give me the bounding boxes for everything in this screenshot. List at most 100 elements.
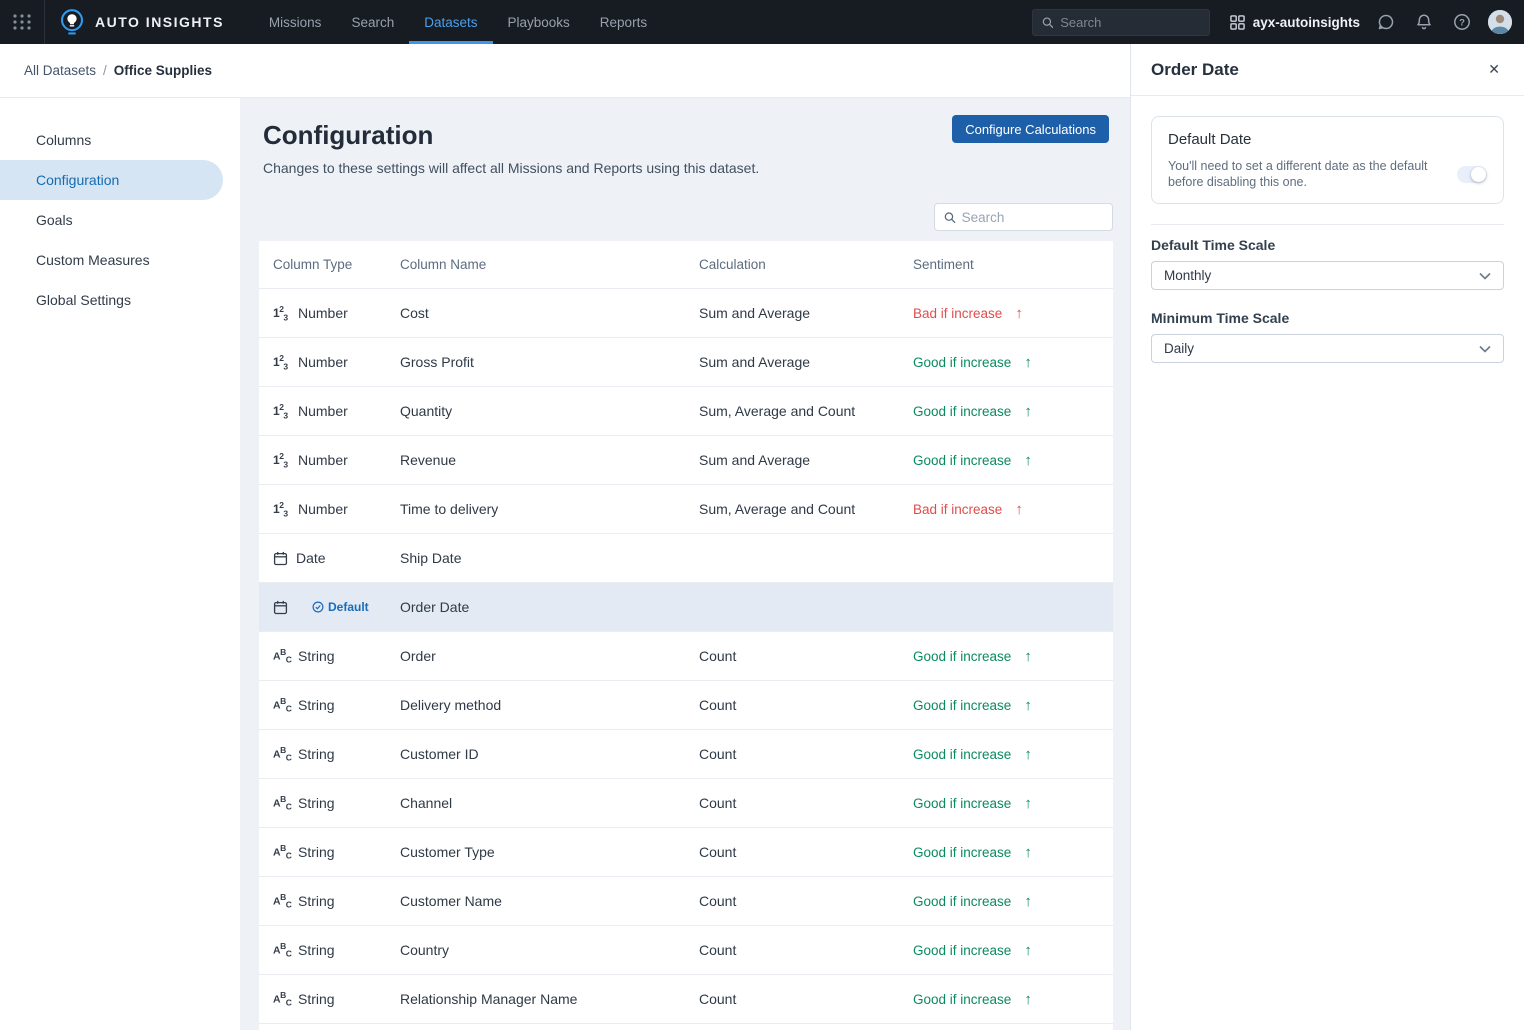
columns-table: Column TypeColumn NameCalculationSentime…	[259, 241, 1113, 1030]
panel-header: Order Date ✕	[1131, 44, 1524, 96]
nav-item-reports[interactable]: Reports	[585, 0, 662, 44]
column-type-cell: 123Number	[259, 500, 400, 518]
table-row[interactable]: ABCStringCustomer TypeCountGood if incre…	[259, 827, 1113, 876]
search-icon	[1042, 16, 1053, 29]
calculation-cell: Sum, Average and Count	[699, 403, 913, 419]
default-time-scale-select[interactable]: Monthly	[1151, 261, 1504, 290]
calculation-cell: Count	[699, 893, 913, 909]
notifications-button[interactable]	[1412, 10, 1436, 34]
brand-name: AUTO INSIGHTS	[95, 14, 224, 30]
column-type-cell: Date	[259, 550, 400, 566]
column-type-label: Number	[298, 305, 348, 321]
minimum-time-scale-select[interactable]: Daily	[1151, 334, 1504, 363]
table-row[interactable]: DateShip Date	[259, 533, 1113, 582]
help-button[interactable]: ?	[1450, 10, 1474, 34]
user-avatar[interactable]	[1488, 10, 1512, 34]
workspace-switcher[interactable]: ayx-autoinsights	[1230, 15, 1360, 30]
page-subtitle: Changes to these settings will affect al…	[263, 160, 1113, 177]
trend-up-icon: ↑	[1024, 403, 1032, 420]
column-type-label: String	[298, 893, 335, 909]
global-search-input[interactable]	[1060, 15, 1200, 30]
column-name-cell: Order Date	[400, 599, 699, 615]
sentiment-cell: Good if increase↑	[913, 648, 1113, 665]
table-row[interactable]: 123NumberCostSum and AverageBad if incre…	[259, 288, 1113, 337]
sentiment-label: Good if increase	[913, 453, 1011, 468]
trend-up-icon: ↑	[1024, 746, 1032, 763]
sentiment-cell: Good if increase↑	[913, 893, 1113, 910]
sentiment-label: Good if increase	[913, 796, 1011, 811]
sentiment-label: Good if increase	[913, 698, 1011, 713]
app-switcher-button[interactable]	[0, 0, 45, 44]
sidebar-item-global-settings[interactable]: Global Settings	[0, 280, 223, 320]
table-row[interactable]: DefaultOrder Date	[259, 582, 1113, 631]
column-header: Calculation	[699, 257, 913, 272]
content-row: ColumnsConfigurationGoalsCustom Measures…	[0, 97, 1130, 1030]
calculation-cell: Count	[699, 844, 913, 860]
nav-item-search[interactable]: Search	[336, 0, 409, 44]
table-row[interactable]: ABCStringCountryCountGood if increase↑	[259, 925, 1113, 974]
column-type-label: Number	[298, 354, 348, 370]
order-date-panel: Order Date ✕ Default Date You'll need to…	[1130, 44, 1524, 1030]
brand[interactable]: AUTO INSIGHTS	[45, 8, 238, 36]
trend-up-icon: ↑	[1024, 844, 1032, 861]
nav-item-datasets[interactable]: Datasets	[409, 0, 492, 44]
table-search-input[interactable]	[962, 210, 1103, 225]
table-row[interactable]: ABC String Customer NameCountGood if incre…	[259, 876, 1113, 925]
table-row-partial	[259, 1023, 1113, 1030]
default-time-scale-label: Default Time Scale	[1151, 237, 1504, 253]
table-row[interactable]: 123NumberGross ProfitSum and AverageGood…	[259, 337, 1113, 386]
sentiment-label: Good if increase	[913, 845, 1011, 860]
help-icon: ?	[1453, 13, 1471, 31]
sidebar-item-goals[interactable]: Goals	[0, 200, 223, 240]
minimum-time-scale-value: Daily	[1164, 341, 1194, 356]
table-row[interactable]: 123NumberTime to deliverySum, Average an…	[259, 484, 1113, 533]
calendar-icon	[273, 551, 288, 566]
default-date-toggle[interactable]	[1457, 166, 1487, 183]
nav-item-missions[interactable]: Missions	[254, 0, 337, 44]
check-circle-icon	[312, 601, 324, 613]
table-row[interactable]: ABCStringChannelCountGood if increase↑	[259, 778, 1113, 827]
string-icon: ABC	[273, 941, 290, 959]
sentiment-label: Good if increase	[913, 649, 1011, 664]
table-row[interactable]: 123NumberRevenueSum and AverageGood if i…	[259, 435, 1113, 484]
breadcrumb-all-datasets[interactable]: All Datasets	[24, 63, 96, 78]
table-row[interactable]: 123NumberQuantitySum, Average and CountG…	[259, 386, 1113, 435]
table-row[interactable]: ABCStringRelationship Manager NameCountG…	[259, 974, 1113, 1023]
column-type-cell: ABCString	[259, 941, 400, 959]
table-row[interactable]: ABCStringDelivery methodCountGood if inc…	[259, 680, 1113, 729]
global-search[interactable]	[1032, 9, 1210, 36]
number-icon: 123	[273, 353, 290, 371]
sentiment-label: Good if increase	[913, 747, 1011, 762]
calculation-cell: Sum and Average	[699, 305, 913, 321]
table-row[interactable]: ABCStringCustomer IDCountGood if increas…	[259, 729, 1113, 778]
column-type-cell: 123 Number	[259, 353, 400, 371]
panel-title: Order Date	[1151, 60, 1239, 80]
sentiment-cell: Good if increase ↑	[913, 844, 1113, 861]
chat-button[interactable]	[1374, 10, 1398, 34]
table-search[interactable]	[934, 203, 1113, 231]
avatar-image	[1488, 10, 1512, 34]
column-name-cell: Relationship Manager Name	[400, 991, 699, 1007]
workspace-name: ayx-autoinsights	[1253, 15, 1360, 30]
string-icon: ABC	[273, 696, 290, 714]
column-type-label: String	[298, 795, 335, 811]
panel-close-button[interactable]: ✕	[1486, 59, 1502, 80]
sentiment-cell: Good if increase↑	[913, 452, 1113, 469]
table-search-row	[259, 203, 1113, 231]
table-row[interactable]: ABCStringOrderCountGood if increase↑	[259, 631, 1113, 680]
column-name-cell: Quantity	[400, 403, 699, 419]
sidebar-item-custom-measures[interactable]: Custom Measures	[0, 240, 223, 280]
string-icon: ABC	[273, 892, 290, 910]
column-name-cell: Customer Name	[400, 893, 699, 909]
column-type-label: Date	[296, 550, 326, 566]
column-type-cell: ABCString	[259, 745, 400, 763]
configure-calculations-button[interactable]: Configure Calculations	[952, 115, 1109, 143]
minimum-time-scale-label: Minimum Time Scale	[1151, 310, 1504, 326]
calculation-cell: Count	[699, 648, 913, 664]
column-type-cell: ABCString	[259, 696, 400, 714]
sidebar-item-columns[interactable]: Columns	[0, 120, 223, 160]
sidebar-item-configuration[interactable]: Configuration	[0, 160, 223, 200]
column-name-cell: Customer ID	[400, 746, 699, 762]
calculation-cell: Sum and Average	[699, 354, 913, 370]
nav-item-playbooks[interactable]: Playbooks	[493, 0, 585, 44]
